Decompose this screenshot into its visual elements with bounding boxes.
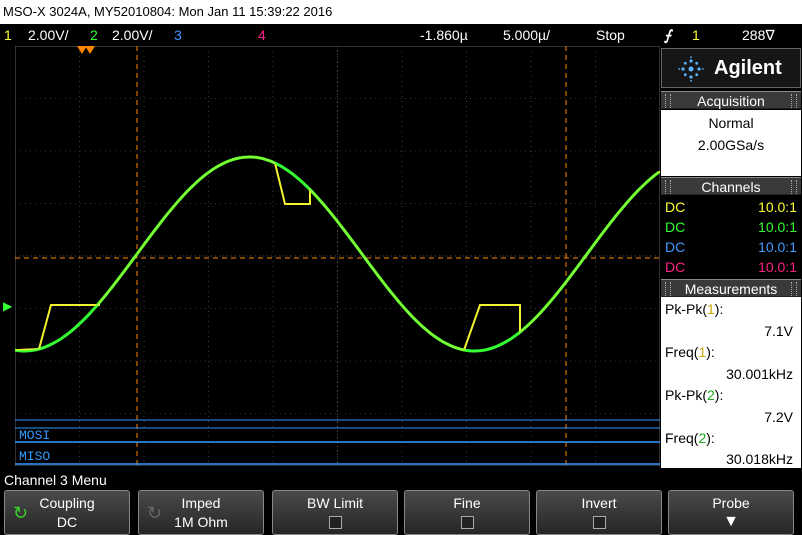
softkey-coupling[interactable]: ↻ Coupling DC bbox=[4, 490, 130, 535]
acquisition-mode: Normal bbox=[708, 115, 754, 131]
measurement-channel: 2 bbox=[707, 387, 715, 403]
grip-icon bbox=[665, 94, 671, 108]
softkey-invert[interactable]: Invert bbox=[536, 490, 662, 535]
sidebar: Agilent Acquisition Normal 2.00GSa/s Cha… bbox=[661, 46, 801, 470]
probe-ratio: 10.0:1 bbox=[758, 259, 797, 275]
softkey-value: 1M Ohm bbox=[174, 514, 228, 530]
softkey-label: Invert bbox=[581, 495, 617, 511]
window-title: MSO-X 3024A, MY52010804: Mon Jan 11 15:3… bbox=[0, 0, 802, 24]
channels-panel: DC 10.0:1 DC 10.0:1 DC 10.0:1 DC 10.0:1 bbox=[661, 196, 801, 276]
measurement-suffix: ): bbox=[706, 344, 715, 360]
probe-ratio: 10.0:1 bbox=[758, 239, 797, 255]
brand-name: Agilent bbox=[714, 57, 782, 79]
submenu-arrow-icon: ▼ bbox=[723, 513, 739, 530]
softkey-label: Imped bbox=[181, 495, 221, 511]
checkbox-icon bbox=[593, 516, 606, 529]
softkey-label: Probe bbox=[712, 495, 750, 511]
channel-coupling: DC bbox=[665, 239, 686, 255]
ch2-ground-marker: ▶ bbox=[3, 299, 13, 313]
measurement-value: 7.2V bbox=[764, 409, 793, 425]
trigger-source[interactable]: 1 bbox=[692, 24, 700, 46]
status-bar: 1 2.00V/ 2 2.00V/ 3 4 -1.860µ 5.000µ/ St… bbox=[0, 24, 802, 46]
timebase[interactable]: 5.000µ/ bbox=[503, 24, 550, 46]
ch3-number[interactable]: 3 bbox=[174, 24, 182, 46]
measurement-suffix: ): bbox=[714, 301, 724, 317]
ch2-scale[interactable]: 2.00V/ bbox=[112, 24, 152, 46]
measurement-channel: 1 bbox=[707, 301, 715, 317]
trigger-edge-icon: ⨍ bbox=[664, 27, 672, 43]
channel-coupling: DC bbox=[665, 199, 686, 215]
channel-row-2: DC 10.0:1 bbox=[661, 216, 801, 238]
probe-ratio: 10.0:1 bbox=[758, 219, 797, 235]
run-state[interactable]: Stop bbox=[596, 24, 625, 46]
softkey-label: Fine bbox=[453, 495, 481, 511]
softkey-bw-limit[interactable]: BW Limit bbox=[272, 490, 398, 535]
acquisition-panel: Normal 2.00GSa/s bbox=[661, 110, 801, 176]
menu-title: Channel 3 Menu bbox=[0, 470, 802, 490]
waveform-display[interactable]: MOSI MISO bbox=[15, 46, 660, 466]
measurement-suffix: ): bbox=[714, 387, 724, 403]
softkey-imped[interactable]: ↻ Imped 1M Ohm bbox=[138, 490, 264, 535]
softkey-probe[interactable]: Probe ▼ bbox=[668, 490, 794, 535]
sample-rate: 2.00GSa/s bbox=[697, 137, 765, 153]
miso-label: MISO bbox=[19, 449, 50, 464]
checkbox-icon bbox=[461, 516, 474, 529]
time-delay[interactable]: -1.860µ bbox=[420, 24, 468, 46]
softkey-label: BW Limit bbox=[307, 495, 363, 511]
softkey-fine[interactable]: Fine bbox=[404, 490, 530, 535]
measurement-name: Pk-Pk( bbox=[665, 301, 707, 317]
ch4-number[interactable]: 4 bbox=[258, 24, 266, 46]
measurement-name: Freq( bbox=[665, 430, 699, 446]
measurements-header[interactable]: Measurements bbox=[661, 279, 801, 297]
ch2-waveform-overlay bbox=[15, 156, 660, 352]
grip-icon bbox=[665, 180, 671, 194]
acquisition-header[interactable]: Acquisition bbox=[661, 91, 801, 109]
measurement-suffix: ): bbox=[706, 430, 715, 446]
channel-row-3: DC 10.0:1 bbox=[661, 236, 801, 258]
mosi-label: MOSI bbox=[19, 428, 50, 443]
ch2-waveform bbox=[15, 155, 660, 353]
measurement-name: Pk-Pk( bbox=[665, 387, 707, 403]
time-reference-marker bbox=[85, 46, 95, 54]
ch1-number[interactable]: 1 bbox=[4, 24, 12, 46]
channels-header[interactable]: Channels bbox=[661, 177, 801, 195]
channels-title: Channels bbox=[701, 179, 761, 195]
acquisition-title: Acquisition bbox=[697, 93, 765, 109]
ch2-number[interactable]: 2 bbox=[90, 24, 98, 46]
softkey-value: DC bbox=[56, 514, 78, 530]
measurement-value: 7.1V bbox=[764, 323, 793, 339]
grip-icon bbox=[665, 282, 671, 296]
channel-row-4: DC 10.0:1 bbox=[661, 256, 801, 278]
measurement-value: 30.018kHz bbox=[726, 451, 793, 467]
softkey-label: Coupling bbox=[39, 495, 95, 511]
waveform-canvas: MOSI MISO bbox=[15, 46, 660, 466]
grip-icon bbox=[791, 180, 797, 194]
ch1-scale[interactable]: 2.00V/ bbox=[28, 24, 68, 46]
agilent-spark-icon bbox=[678, 56, 704, 82]
measurement-name: Freq( bbox=[665, 344, 699, 360]
channel-coupling: DC bbox=[665, 219, 686, 235]
measurements-title: Measurements bbox=[684, 281, 778, 297]
brand-logo: Agilent bbox=[661, 48, 801, 88]
measurements-panel: Pk-Pk(1): 7.1V Freq(1): 30.001kHz Pk-Pk(… bbox=[661, 297, 801, 468]
grip-icon bbox=[791, 282, 797, 296]
grip-icon bbox=[791, 94, 797, 108]
channel-coupling: DC bbox=[665, 259, 686, 275]
measurement-value: 30.001kHz bbox=[726, 366, 793, 382]
probe-ratio: 10.0:1 bbox=[758, 199, 797, 215]
trigger-position-marker bbox=[77, 46, 87, 54]
trigger-level[interactable]: 288∇ bbox=[742, 24, 775, 46]
checkbox-icon bbox=[329, 516, 342, 529]
channel-row-1: DC 10.0:1 bbox=[661, 196, 801, 218]
